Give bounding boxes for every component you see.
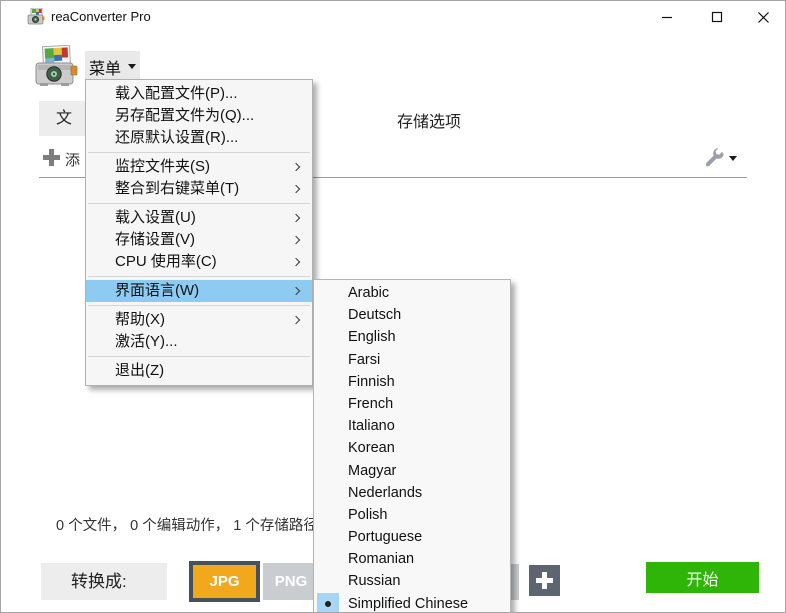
add-files-label: 添: [65, 149, 85, 170]
maximize-icon: [711, 11, 723, 23]
menu-item-restore-defaults[interactable]: 还原默认设置(R)...: [86, 127, 312, 149]
reaconverter-window: reaConverter Pro 菜单: [0, 0, 786, 613]
start-label: 开始: [686, 566, 718, 590]
menu-item-save-settings[interactable]: 存储设置(V): [86, 229, 312, 251]
minimize-icon: [661, 11, 673, 23]
menu-item-load-config[interactable]: 载入配置文件(P)...: [86, 83, 312, 105]
menu-button-label: 菜单: [89, 55, 121, 79]
language-item-portuguese[interactable]: Portuguese: [314, 526, 510, 548]
menu-separator: [88, 276, 310, 277]
format-png-button[interactable]: PNG: [263, 563, 319, 600]
language-submenu-popup: Arabic Deutsch English Farsi Finnish Fre…: [313, 279, 511, 613]
main-menu-popup: 载入配置文件(P)... 另存配置文件为(Q)... 还原默认设置(R)... …: [85, 79, 313, 386]
tab-files-label: 文: [56, 110, 72, 127]
submenu-arrow-icon: [292, 163, 300, 171]
wrench-icon[interactable]: [704, 147, 725, 168]
minimize-button[interactable]: [644, 1, 690, 33]
submenu-arrow-icon: [292, 214, 300, 222]
menu-item-activate[interactable]: 激活(Y)...: [86, 331, 312, 353]
menu-separator: [88, 152, 310, 153]
status-summary: 0 个文件， 0 个编辑动作， 1 个存储路径: [56, 514, 318, 535]
menu-item-save-config-as[interactable]: 另存配置文件为(Q)...: [86, 105, 312, 127]
language-item-magyar[interactable]: Magyar: [314, 460, 510, 482]
language-item-english[interactable]: English: [314, 326, 510, 348]
app-logo-icon: [34, 45, 79, 88]
language-item-italiano[interactable]: Italiano: [314, 415, 510, 437]
add-files-plus-icon[interactable]: [43, 149, 60, 166]
convert-to-label: 转换成:: [41, 563, 167, 600]
add-format-button[interactable]: [529, 565, 560, 596]
format-jpg-button[interactable]: JPG: [189, 561, 260, 602]
close-icon: [757, 11, 770, 24]
jpg-label: JPG: [209, 573, 239, 590]
window-title: reaConverter Pro: [51, 9, 151, 24]
menu-item-watch-folders[interactable]: 监控文件夹(S): [86, 156, 312, 178]
language-item-russian[interactable]: Russian: [314, 570, 510, 592]
app-icon: [27, 8, 45, 26]
titlebar: reaConverter Pro: [1, 1, 785, 33]
selected-radio-icon: [317, 593, 339, 613]
submenu-arrow-icon: [292, 287, 300, 295]
menu-separator: [88, 305, 310, 306]
png-label: PNG: [275, 573, 308, 590]
menu-item-interface-language[interactable]: 界面语言(W): [86, 280, 312, 302]
submenu-arrow-icon: [292, 258, 300, 266]
main-menu-button[interactable]: 菜单: [85, 51, 140, 82]
chevron-down-icon: [128, 64, 136, 69]
language-item-polish[interactable]: Polish: [314, 504, 510, 526]
tab-storage-options[interactable]: 存储选项: [349, 108, 509, 130]
menu-item-load-settings[interactable]: 载入设置(U): [86, 207, 312, 229]
submenu-arrow-icon: [292, 236, 300, 244]
language-item-deutsch[interactable]: Deutsch: [314, 304, 510, 326]
close-button[interactable]: [740, 1, 786, 33]
tab-storage-label: 存储选项: [397, 114, 461, 131]
start-button[interactable]: 开始: [646, 562, 759, 593]
language-item-romanian[interactable]: Romanian: [314, 548, 510, 570]
menu-item-context-menu-integration[interactable]: 整合到右键菜单(T): [86, 178, 312, 200]
language-item-simplified-chinese[interactable]: Simplified Chinese: [314, 593, 510, 613]
language-item-arabic[interactable]: Arabic: [314, 282, 510, 304]
wrench-dropdown-icon[interactable]: [729, 156, 737, 161]
language-item-french[interactable]: French: [314, 393, 510, 415]
menu-item-help[interactable]: 帮助(X): [86, 309, 312, 331]
language-item-finnish[interactable]: Finnish: [314, 371, 510, 393]
menu-item-exit[interactable]: 退出(Z): [86, 360, 312, 382]
submenu-arrow-icon: [292, 316, 300, 324]
language-item-nederlands[interactable]: Nederlands: [314, 482, 510, 504]
maximize-button[interactable]: [694, 1, 740, 33]
language-item-farsi[interactable]: Farsi: [314, 349, 510, 371]
menu-separator: [88, 203, 310, 204]
submenu-arrow-icon: [292, 185, 300, 193]
language-item-korean[interactable]: Korean: [314, 437, 510, 459]
menu-separator: [88, 356, 310, 357]
menu-item-cpu-usage[interactable]: CPU 使用率(C): [86, 251, 312, 273]
